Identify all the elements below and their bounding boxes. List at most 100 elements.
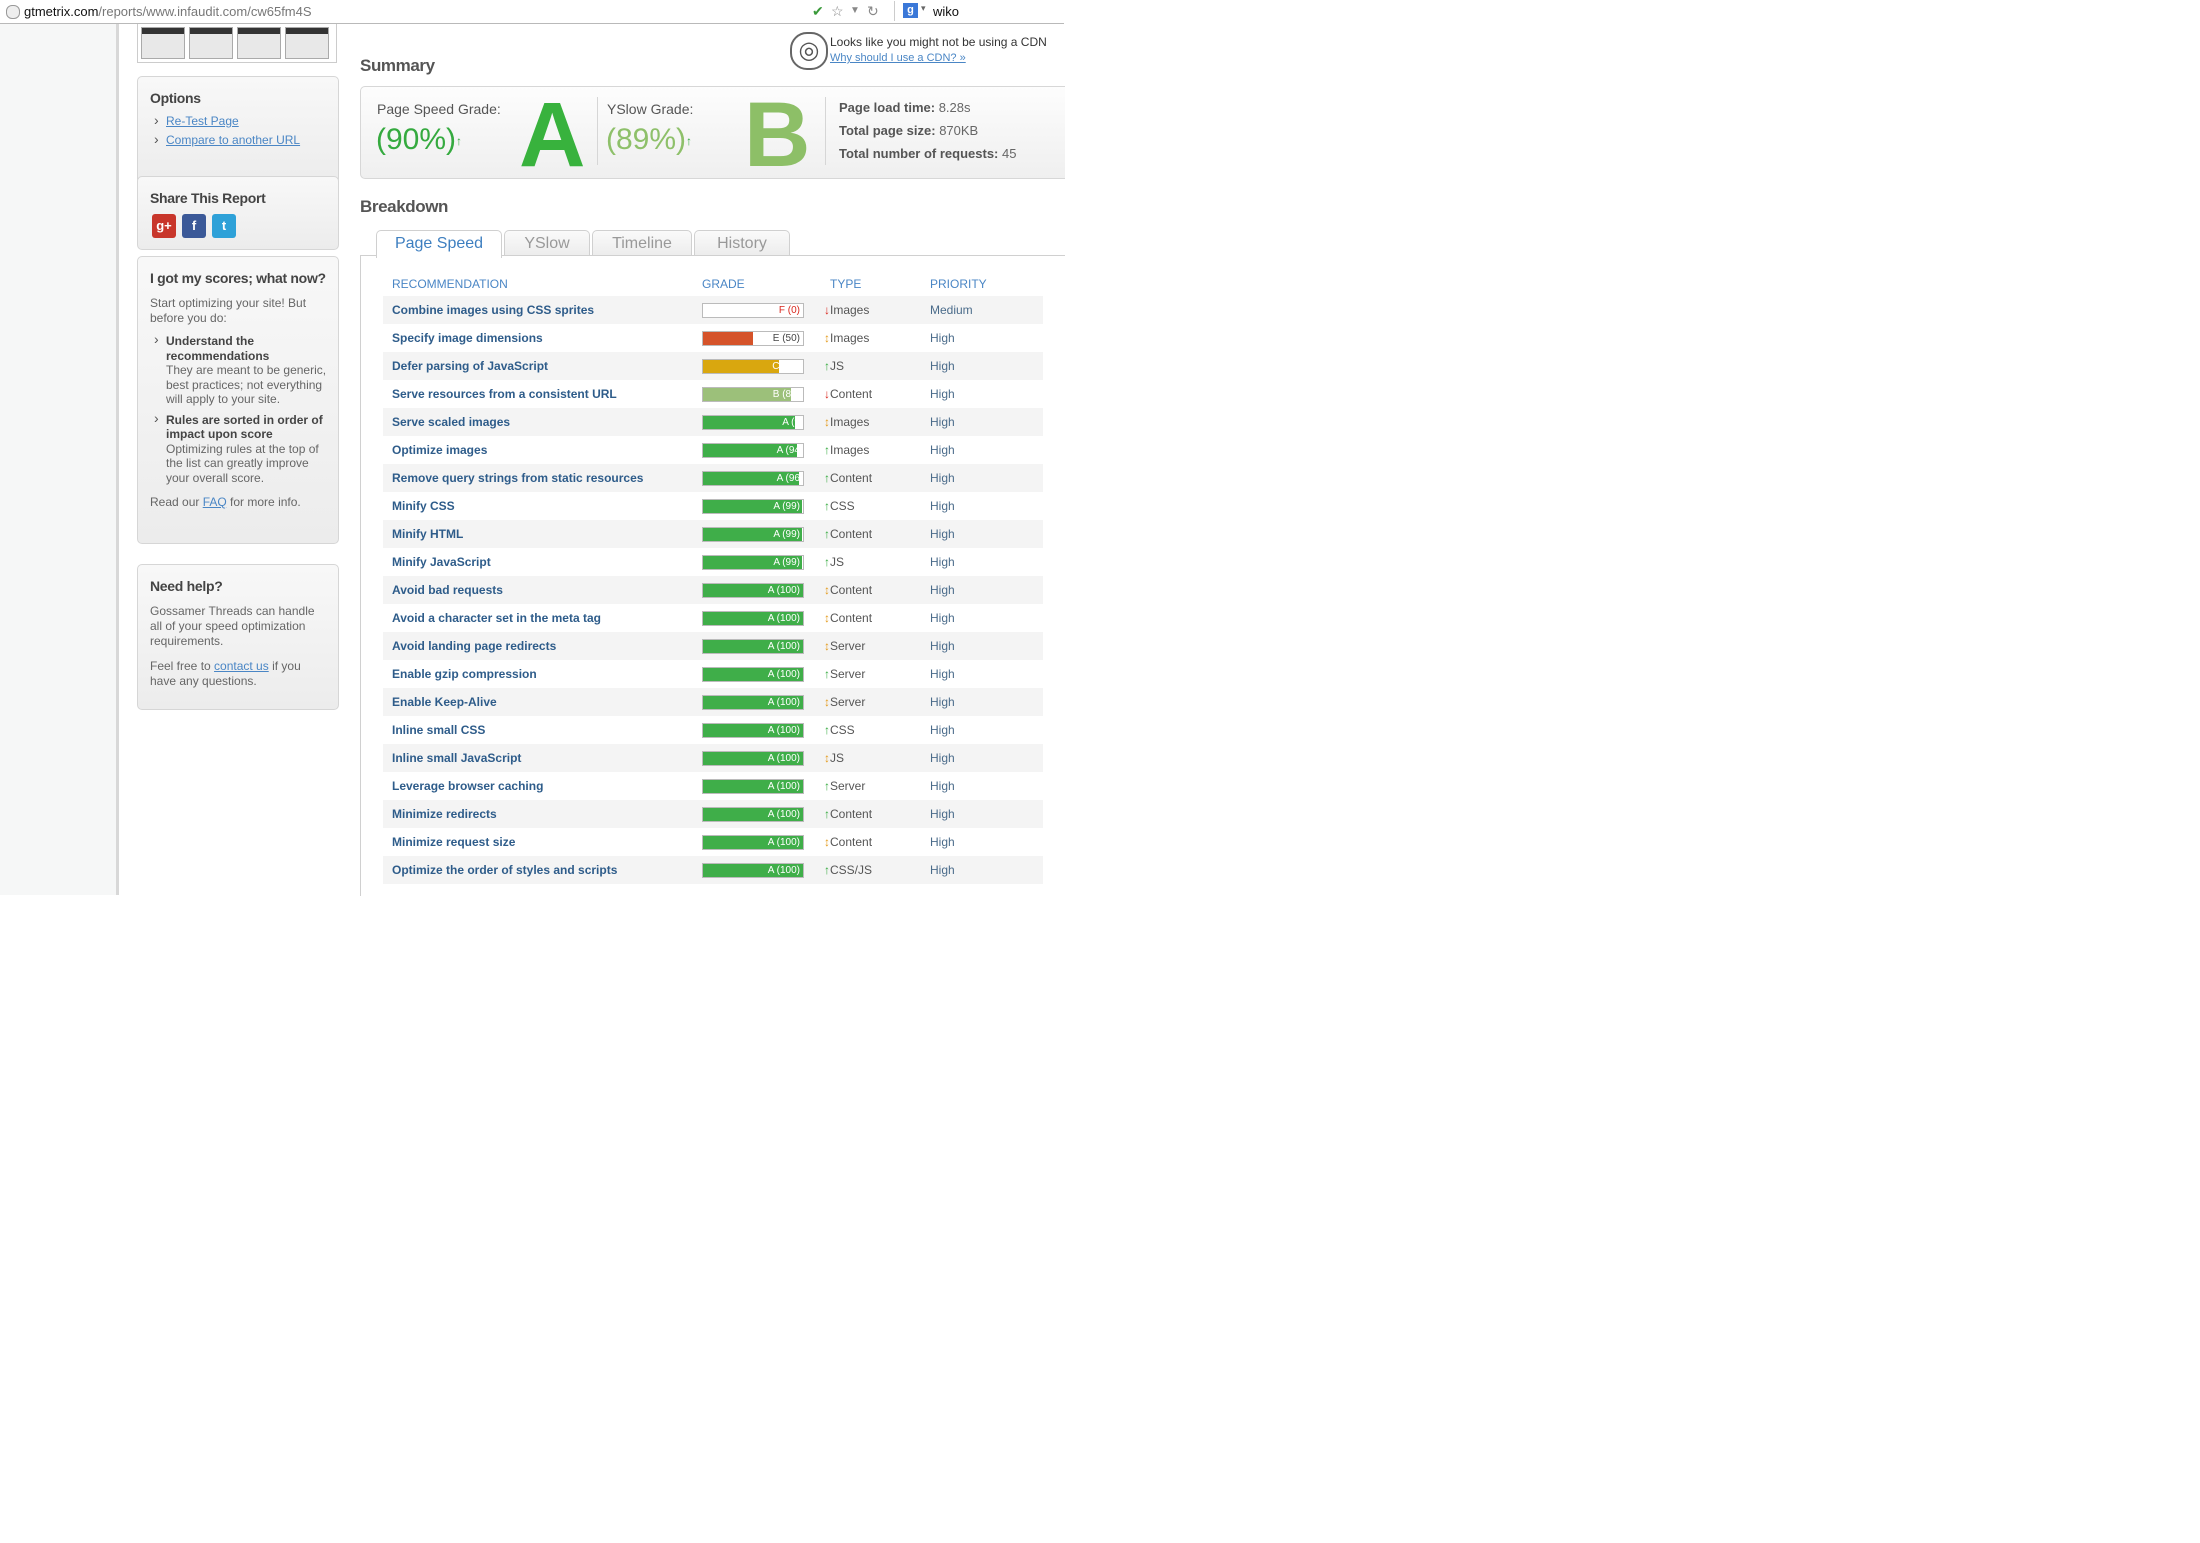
- table-row[interactable]: Combine images using CSS sprites F (0) ↓ Im…: [383, 296, 1043, 324]
- grade-value: A (100): [767, 640, 800, 652]
- table-row[interactable]: Leverage browser caching A (100) ↑ Server Hi…: [383, 772, 1043, 800]
- recommendation-name[interactable]: Defer parsing of JavaScript: [383, 352, 702, 380]
- table-row[interactable]: Enable gzip compression A (100) ↑ Server Hig…: [383, 660, 1043, 688]
- table-row[interactable]: Avoid landing page redirects A (100) ↕ Serv…: [383, 632, 1043, 660]
- col-priority[interactable]: PRIORITY: [930, 272, 1043, 296]
- table-row[interactable]: Inline small JavaScript A (100) ↕ JS High: [383, 744, 1043, 772]
- recommendation-name[interactable]: Serve scaled images: [383, 408, 702, 436]
- col-type[interactable]: TYPE: [830, 272, 930, 296]
- table-row[interactable]: Avoid bad requests A (100) ↕ Content High: [383, 576, 1043, 604]
- history-dropdown-icon[interactable]: ▼: [850, 3, 860, 19]
- table-row[interactable]: Optimize the order of styles and scripts…: [383, 856, 1043, 884]
- grade-cell: A (96 ↑: [702, 464, 830, 492]
- recommendation-name[interactable]: Specify image dimensions: [383, 324, 702, 352]
- table-row[interactable]: Inline small CSS A (100) ↑ CSS High: [383, 716, 1043, 744]
- retest-page-link[interactable]: Re-Test Page: [166, 114, 239, 128]
- tab-page-speed[interactable]: Page Speed: [376, 230, 502, 258]
- table-row[interactable]: Optimize images A (94 ↑ Images High: [383, 436, 1043, 464]
- recommendation-name[interactable]: Remove query strings from static resourc…: [383, 464, 702, 492]
- site-favicon-icon: [6, 5, 20, 19]
- grade-bar: E (50): [702, 330, 804, 346]
- grade-bar-fill: [703, 359, 779, 373]
- recommendation-name[interactable]: Minify CSS: [383, 492, 702, 520]
- contact-us-link[interactable]: contact us: [214, 659, 269, 673]
- grade-bar: A (100): [702, 666, 804, 682]
- faq-link[interactable]: FAQ: [203, 495, 227, 509]
- tab-timeline[interactable]: Timeline: [592, 230, 692, 256]
- recommendation-name[interactable]: Leverage browser caching: [383, 772, 702, 800]
- recommendation-name[interactable]: Inline small CSS: [383, 716, 702, 744]
- url-host: gtmetrix.com: [24, 4, 99, 19]
- grade-cell: A (100) ↑: [702, 716, 830, 744]
- table-row[interactable]: Minify HTML A (99) ↑ Content High: [383, 520, 1043, 548]
- summary-divider: [825, 97, 826, 165]
- scores-help-panel: I got my scores; what now? Start optimiz…: [137, 256, 339, 544]
- recommendation-name[interactable]: Inline small JavaScript: [383, 744, 702, 772]
- need-help-panel: Need help? Gossamer Threads can handle a…: [137, 564, 339, 710]
- cdn-why-link[interactable]: Why should I use a CDN? »: [830, 52, 966, 64]
- table-row[interactable]: Minimize redirects A (100) ↑ Content High: [383, 800, 1043, 828]
- type-cell: Server: [830, 632, 930, 660]
- recommendation-name[interactable]: Minify HTML: [383, 520, 702, 548]
- table-row[interactable]: Minimize request size A (100) ↕ Content High: [383, 828, 1043, 856]
- recommendation-name[interactable]: Combine images using CSS sprites: [383, 296, 702, 324]
- type-cell: Content: [830, 800, 930, 828]
- recommendation-name[interactable]: Enable gzip compression: [383, 660, 702, 688]
- recommendation-name[interactable]: Optimize the order of styles and scripts: [383, 856, 702, 884]
- search-engine-icon[interactable]: g: [903, 3, 918, 18]
- recommendation-name[interactable]: Minify JavaScript: [383, 548, 702, 576]
- recommendation-name[interactable]: Minimize redirects: [383, 800, 702, 828]
- recommendation-name[interactable]: Serve resources from a consistent URL: [383, 380, 702, 408]
- twitter-icon[interactable]: t: [212, 214, 236, 238]
- grade-value: A (94: [776, 444, 800, 456]
- grade-cell: E (50) ↕: [702, 324, 830, 352]
- grade-value: A (96: [776, 472, 800, 484]
- page-screenshot-thumbnail[interactable]: [137, 24, 337, 63]
- table-row[interactable]: Minify JavaScript A (99) ↑ JS High: [383, 548, 1043, 576]
- yslow-grade-letter: B: [744, 84, 811, 186]
- recommendation-name[interactable]: Minimize request size: [383, 828, 702, 856]
- search-bar[interactable]: g ▾ wiko: [894, 1, 1065, 21]
- type-cell: Server: [830, 688, 930, 716]
- address-bar[interactable]: gtmetrix.com/reports/www.infaudit.com/cw…: [0, 0, 890, 23]
- priority-cell: High: [930, 352, 1043, 380]
- address-url[interactable]: gtmetrix.com/reports/www.infaudit.com/cw…: [24, 4, 312, 19]
- grade-cell: A (100) ↕: [702, 576, 830, 604]
- search-input[interactable]: wiko: [933, 4, 959, 19]
- facebook-icon[interactable]: f: [182, 214, 206, 238]
- grade-bar: F (0): [702, 302, 804, 318]
- grade-cell: A (100) ↑: [702, 856, 830, 884]
- recommendation-name[interactable]: Optimize images: [383, 436, 702, 464]
- recommendation-name[interactable]: Enable Keep-Alive: [383, 688, 702, 716]
- google-plus-icon[interactable]: g+: [152, 214, 176, 238]
- type-cell: Content: [830, 611, 873, 625]
- table-row[interactable]: Specify image dimensions E (50) ↕ Images Hig…: [383, 324, 1043, 352]
- bookmark-star-icon[interactable]: ☆: [831, 3, 844, 19]
- table-row[interactable]: Defer parsing of JavaScript C (76) ↑ JS High: [383, 352, 1043, 380]
- col-grade[interactable]: GRADE: [702, 272, 830, 296]
- recommendation-name[interactable]: Avoid a character set in the meta tag: [383, 604, 702, 632]
- grade-value: F (0): [778, 304, 800, 316]
- grade-bar: A (99): [702, 554, 804, 570]
- grade-bar: A (99): [702, 498, 804, 514]
- recommendation-name[interactable]: Avoid bad requests: [383, 576, 702, 604]
- tab-history[interactable]: History: [694, 230, 790, 256]
- search-engine-dropdown-icon[interactable]: ▾: [921, 3, 926, 14]
- priority-cell: High: [930, 611, 955, 625]
- recommendation-name[interactable]: Avoid landing page redirects: [383, 632, 702, 660]
- reload-icon[interactable]: ↻: [867, 3, 879, 19]
- pagespeed-grade-letter: A: [519, 84, 586, 186]
- table-row[interactable]: Minify CSS A (99) ↑ CSS High: [383, 492, 1043, 520]
- grade-bar: A (100): [702, 582, 804, 598]
- share-panel: Share This Report g+ f t: [137, 176, 339, 250]
- table-row[interactable]: Remove query strings from static resourc…: [383, 464, 1043, 492]
- tab-yslow[interactable]: YSlow: [504, 230, 590, 256]
- col-recommendation[interactable]: RECOMMENDATION: [383, 272, 702, 296]
- table-row[interactable]: Serve resources from a consistent URL B (…: [383, 380, 1043, 408]
- priority-cell: High: [930, 632, 1043, 660]
- compare-url-link[interactable]: Compare to another URL: [166, 133, 300, 147]
- priority-cell: High: [930, 520, 1043, 548]
- table-row[interactable]: Serve scaled images A (9 ↕ Images High: [383, 408, 1043, 436]
- table-row[interactable]: Avoid a character set in the meta tag A (…: [383, 604, 1043, 632]
- table-row[interactable]: Enable Keep-Alive A (100) ↕ Server High: [383, 688, 1043, 716]
